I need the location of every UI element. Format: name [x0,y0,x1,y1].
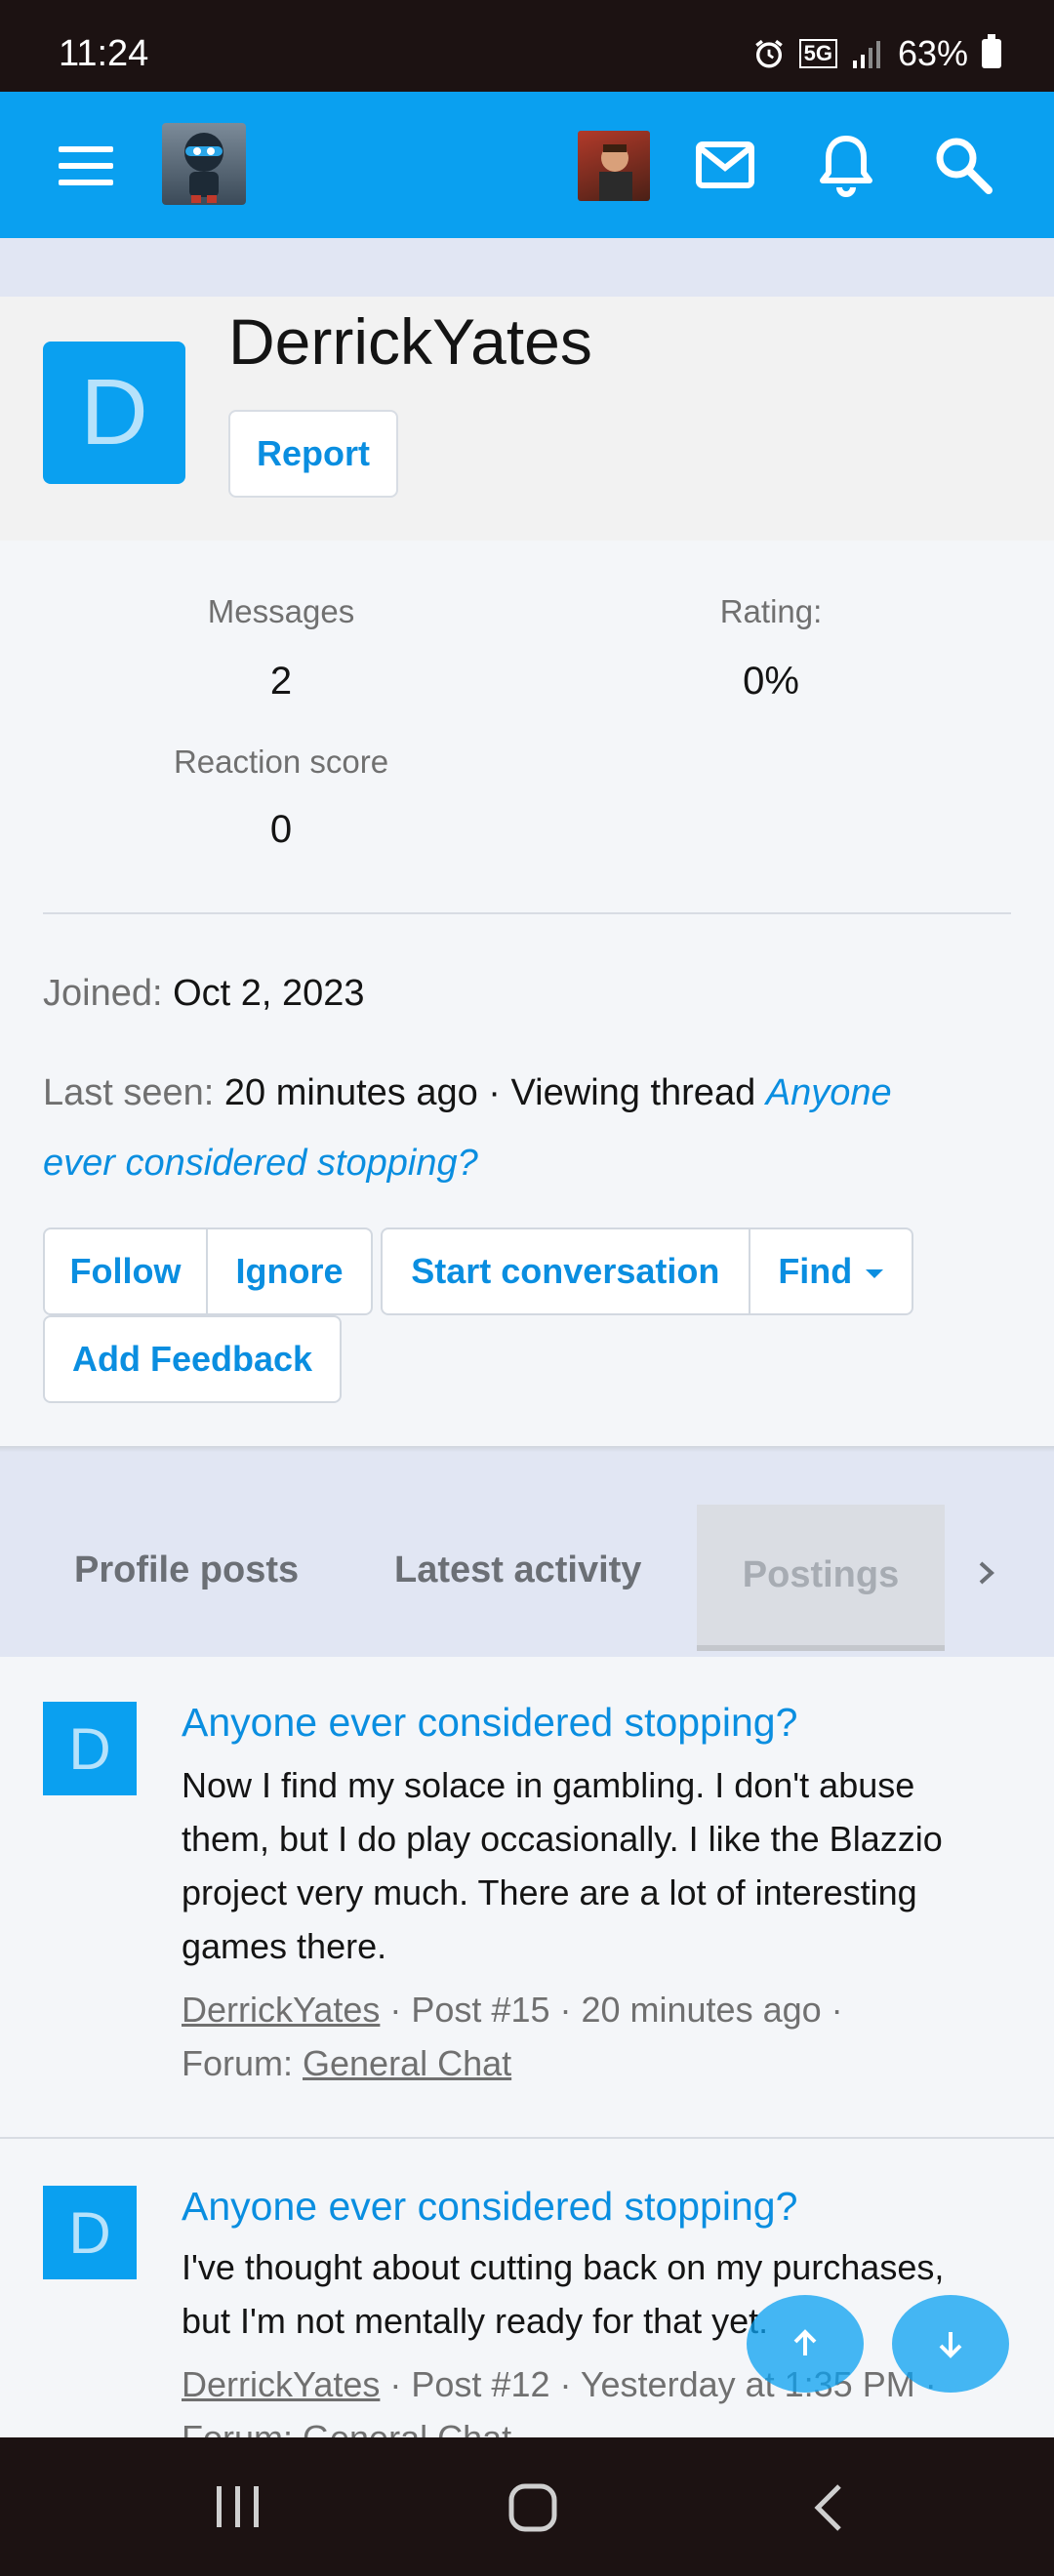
post-title[interactable]: Anyone ever considered stopping? [182,1700,797,1746]
signal-icon [852,41,880,68]
messages-label: Messages [207,593,355,629]
header-spacer [0,238,1054,297]
last-seen-line: Last seen: 20 minutes ago · Viewing thre… [43,1058,1019,1198]
scroll-top-button[interactable] [747,2295,864,2393]
last-seen-thread-link[interactable]: Anyone [766,1072,892,1113]
tab-postings[interactable]: Postings [697,1505,945,1651]
arrow-down-icon [939,2332,962,2358]
status-time: 11:24 [59,33,149,74]
profile-header: D DerrickYates Report [0,297,1054,541]
joined-line: Joined: Oct 2, 2023 [43,958,1019,1028]
post-body-line: I've thought about cutting back on my pu… [182,2247,945,2287]
rating-label: Rating: [719,593,823,629]
search-icon[interactable] [929,131,997,199]
site-logo[interactable] [162,123,246,205]
last-seen-thread-link-cont[interactable]: ever considered stopping? [43,1143,478,1184]
menu-icon[interactable] [59,146,113,185]
post-forum-link[interactable]: General Chat [303,2043,511,2083]
post-body-line: games there. [182,1926,387,1966]
follow-ignore-group: Follow Ignore [43,1228,373,1315]
envelope-icon[interactable] [691,131,759,199]
network-label: 5G [798,39,837,68]
report-button[interactable]: Report [228,410,398,498]
find-dropdown[interactable]: Find [748,1229,912,1313]
post-author-link[interactable]: DerrickYates [182,2364,380,2404]
post-body-line: Now I find my solace in gambling. I don'… [182,1765,915,1805]
recent-apps-icon[interactable] [211,2482,265,2531]
last-seen-label: Last seen: [43,1072,215,1113]
status-bar: 11:24 5G 63% [0,0,1054,92]
messages-value[interactable]: 2 [135,660,427,704]
post-forum-label: Forum: [182,2043,304,2083]
ignore-button[interactable]: Ignore [206,1229,371,1313]
post-title[interactable]: Anyone ever considered stopping? [182,2184,797,2230]
post-body: Now I find my solace in gambling. I don'… [182,1758,1021,1973]
post-body-line: them, but I do play occasionally. I like… [182,1819,943,1859]
find-label: Find [778,1251,853,1291]
profile-username: DerrickYates [228,305,592,378]
alarm-icon [754,39,783,68]
reaction-score-value: 0 [269,808,293,851]
back-icon[interactable] [806,2480,855,2535]
feedback-group: Add Feedback [43,1315,342,1403]
arrow-up-icon [793,2329,817,2355]
follow-button[interactable]: Follow [45,1229,206,1313]
home-icon[interactable] [506,2480,560,2535]
profile-tabs: Profile posts Latest activity Postings [0,1452,1054,1657]
joined-value: Oct 2, 2023 [173,973,365,1014]
last-seen-value: 20 minutes ago · Viewing thread [223,1072,756,1113]
start-conversation-button[interactable]: Start conversation [383,1229,749,1313]
tab-latest-activity[interactable]: Latest activity [394,1550,641,1591]
postings-list: D Anyone ever considered stopping? Now I… [0,1657,1054,2458]
status-right: 5G 63% [752,33,1001,74]
conversation-find-group: Start conversation Find [381,1228,913,1315]
battery-icon [982,34,1001,68]
reaction-score-label: Reaction score [173,744,389,780]
post-body-line: project very much. There are a lot of in… [182,1872,917,1912]
rating-value: 0% [743,660,799,703]
post-separator [0,2137,1054,2139]
top-navbar [0,92,1054,238]
battery-percent: 63% [897,33,968,73]
post-meta-text: · Post #15 · 20 minutes ago · [380,1990,843,2030]
add-feedback-button[interactable]: Add Feedback [45,1317,340,1401]
post-avatar[interactable]: D [43,2186,137,2279]
caret-down-icon [866,1268,884,1278]
system-navigation-bar [0,2437,1054,2576]
post-avatar[interactable]: D [43,1702,137,1795]
stats-divider [43,912,1011,914]
post-author-link[interactable]: DerrickYates [182,1990,380,2030]
bell-icon[interactable] [812,131,880,199]
tab-profile-posts[interactable]: Profile posts [74,1550,299,1591]
post-meta: DerrickYates · Post #15 · 20 minutes ago… [182,1983,1021,2090]
profile-avatar[interactable]: D [43,342,185,484]
chevron-right-icon[interactable] [972,1553,1001,1592]
joined-label: Joined: [43,973,163,1014]
scroll-bottom-button[interactable] [892,2295,1009,2393]
account-avatar[interactable] [578,131,650,201]
